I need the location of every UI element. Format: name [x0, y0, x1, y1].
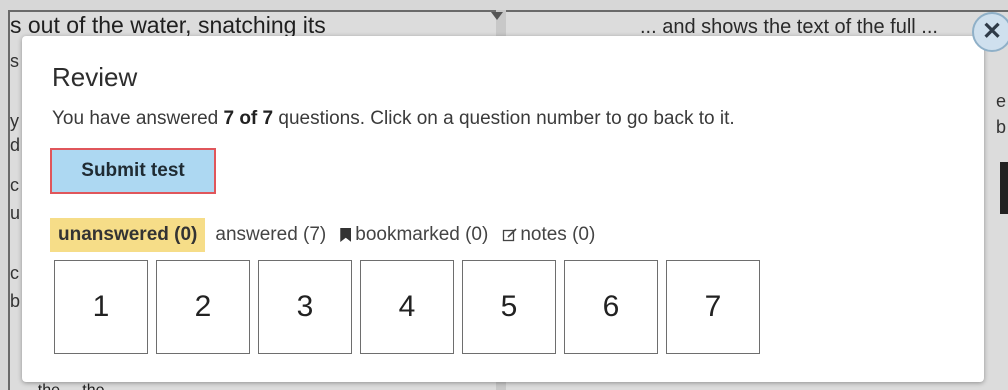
- question-3-button[interactable]: 3: [258, 260, 352, 354]
- question-4-button[interactable]: 4: [360, 260, 454, 354]
- passage-fragment: d: [10, 135, 21, 155]
- passage-fragment: b: [10, 291, 21, 311]
- background-button-edge: [1000, 162, 1008, 214]
- question-2-button[interactable]: 2: [156, 260, 250, 354]
- filter-label: bookmarked (0): [355, 224, 489, 245]
- passage-fragment: c: [10, 263, 19, 283]
- question-fragment: e: [996, 91, 1007, 111]
- review-dialog: Review You have answered 7 of 7 question…: [22, 36, 984, 382]
- question-6-button[interactable]: 6: [564, 260, 658, 354]
- question-fragment: b: [996, 117, 1007, 137]
- question-5-button[interactable]: 5: [462, 260, 556, 354]
- answered-summary: You have answered 7 of 7 questions. Clic…: [52, 108, 735, 130]
- filter-notes[interactable]: notes (0): [498, 218, 599, 252]
- bookmark-icon: [340, 228, 352, 242]
- notes-icon: [502, 227, 518, 243]
- passage-fragment: u: [10, 203, 21, 223]
- passage-fragment: y: [10, 111, 19, 131]
- filter-bookmarked[interactable]: bookmarked (0): [336, 218, 492, 252]
- passage-fragment: s: [10, 51, 19, 71]
- filter-label: notes (0): [520, 224, 596, 245]
- answered-count: 7 of 7: [223, 108, 274, 129]
- close-icon[interactable]: ✕: [972, 12, 1008, 52]
- submit-test-button[interactable]: Submit test: [50, 148, 216, 194]
- summary-suffix: questions. Click on a question number to…: [273, 108, 735, 129]
- filter-label: unanswered (0): [58, 224, 198, 245]
- summary-prefix: You have answered: [52, 108, 224, 129]
- passage-text: s out of the water, snatching its: [10, 12, 326, 38]
- question-number-grid: 1 2 3 4 5 6 7: [54, 260, 768, 354]
- filter-answered[interactable]: answered (7): [211, 218, 330, 252]
- filter-label: answered (7): [215, 224, 327, 245]
- filter-unanswered[interactable]: unanswered (0): [50, 218, 206, 252]
- dialog-title: Review: [52, 62, 138, 92]
- question-7-button[interactable]: 7: [666, 260, 760, 354]
- screen: s out of the water, snatching its ... an…: [0, 0, 1008, 390]
- question-1-button[interactable]: 1: [54, 260, 148, 354]
- divider-caret-icon: [491, 12, 503, 20]
- passage-bottom-text: ... the ... the ...: [20, 382, 122, 390]
- passage-fragment: c: [10, 175, 19, 195]
- question-filter-tabs: unanswered (0) answered (7) bookmarked (…: [50, 218, 605, 252]
